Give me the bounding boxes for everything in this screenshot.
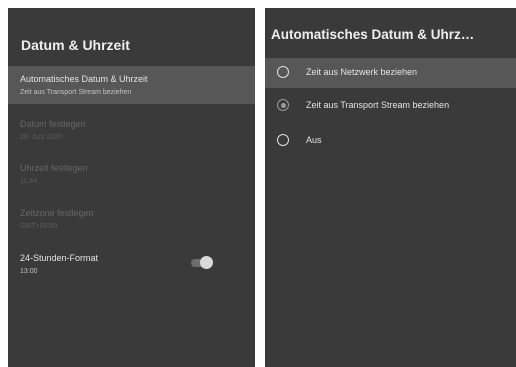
radio-unchecked-icon [277, 134, 289, 146]
setting-value: Zeit aus Transport Stream beziehen [20, 89, 132, 96]
option-label: Zeit aus Netzwerk beziehen [306, 67, 418, 77]
option-network-time[interactable]: Zeit aus Netzwerk beziehen [265, 58, 516, 88]
dialog-title: Automatisches Datum & Uhrz… [271, 27, 475, 42]
date-time-settings-panel: Datum & Uhrzeit Automatisches Datum & Uh… [8, 8, 255, 367]
option-label: Aus [306, 135, 322, 145]
setting-automatic-date-time[interactable]: Automatisches Datum & Uhrzeit Zeit aus T… [8, 66, 255, 104]
setting-set-timezone: Zeitzone festlegen GMT+03:00 [8, 200, 255, 238]
option-label: Zeit aus Transport Stream beziehen [306, 100, 450, 110]
24-hour-toggle[interactable] [191, 256, 213, 270]
radio-unchecked-icon [277, 66, 289, 78]
setting-value: 13:00 [20, 268, 38, 275]
setting-24-hour-format[interactable]: 24-Stunden-Format 13:00 [8, 245, 255, 283]
option-transport-stream-time[interactable]: Zeit aus Transport Stream beziehen [265, 91, 516, 121]
automatic-date-time-dialog: Automatisches Datum & Uhrz… Zeit aus Net… [265, 8, 516, 367]
setting-value: 29. Juni 2020 [20, 134, 63, 141]
option-off[interactable]: Aus [265, 126, 516, 156]
radio-checked-icon [277, 99, 289, 111]
setting-label: Automatisches Datum & Uhrzeit [20, 74, 148, 84]
setting-label: Datum festlegen [20, 119, 86, 129]
setting-value: GMT+03:00 [20, 223, 58, 230]
setting-label: Zeitzone festlegen [20, 208, 94, 218]
setting-set-time: Uhrzeit festlegen 11:44 [8, 155, 255, 193]
setting-label: Uhrzeit festlegen [20, 163, 88, 173]
setting-set-date: Datum festlegen 29. Juni 2020 [8, 111, 255, 149]
page-title: Datum & Uhrzeit [21, 37, 130, 53]
toggle-thumb [200, 256, 213, 269]
setting-value: 11:44 [20, 178, 37, 185]
setting-label: 24-Stunden-Format [20, 253, 99, 263]
